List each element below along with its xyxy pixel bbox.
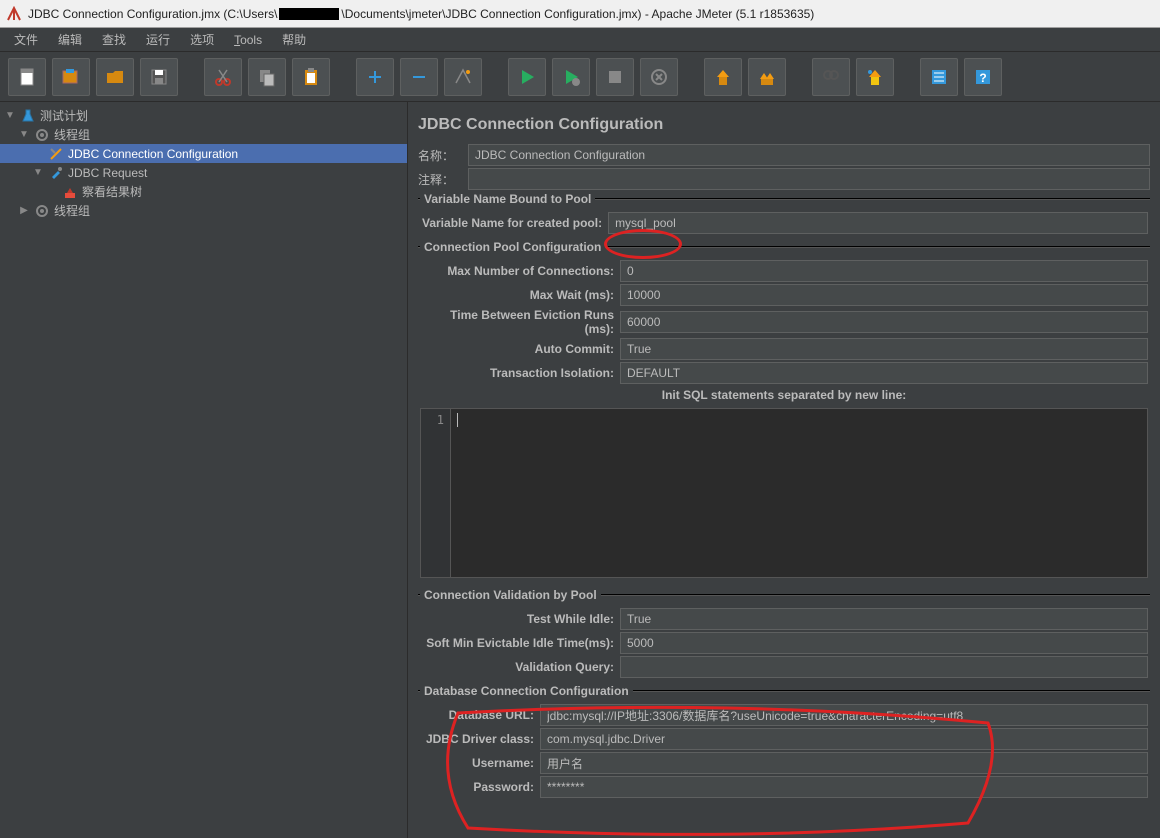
varname-label: Variable Name for created pool: — [420, 216, 608, 230]
name-input[interactable] — [468, 144, 1150, 166]
toggle-button[interactable] — [444, 58, 482, 96]
open-button[interactable] — [96, 58, 134, 96]
tools-icon — [48, 146, 64, 162]
clear-button[interactable] — [704, 58, 742, 96]
gear-icon — [34, 203, 50, 219]
results-icon — [62, 184, 78, 200]
pipette-icon — [48, 165, 64, 181]
reset-search-button[interactable] — [856, 58, 894, 96]
driver-label: JDBC Driver class: — [420, 732, 540, 746]
paste-button[interactable] — [292, 58, 330, 96]
maxwait-label: Max Wait (ms): — [420, 288, 620, 302]
svg-text:?: ? — [979, 71, 986, 85]
start-no-timers-button[interactable] — [552, 58, 590, 96]
menu-file[interactable]: 文件 — [6, 29, 46, 50]
help-button[interactable]: ? — [964, 58, 1002, 96]
softmin-label: Soft Min Evictable Idle Time(ms): — [420, 636, 620, 650]
gear-icon — [34, 127, 50, 143]
start-button[interactable] — [508, 58, 546, 96]
menu-run[interactable]: 运行 — [138, 29, 178, 50]
tree-jdbc-connection[interactable]: JDBC Connection Configuration — [0, 144, 407, 163]
title-prefix: JDBC Connection Configuration.jmx (C:\Us… — [28, 7, 277, 21]
maxconn-input[interactable] — [620, 260, 1148, 282]
softmin-input[interactable] — [620, 632, 1148, 654]
timebetween-input[interactable] — [620, 311, 1148, 333]
comment-label: 注释： — [418, 171, 468, 188]
group2-legend: Connection Pool Configuration — [420, 240, 605, 254]
twisty-icon[interactable]: ▼ — [18, 129, 30, 140]
password-input[interactable] — [540, 776, 1148, 798]
tree-results-label: 察看结果树 — [82, 183, 142, 200]
initsql-label: Init SQL statements separated by new lin… — [420, 388, 1148, 402]
tree-jdbc-req-label: JDBC Request — [68, 166, 147, 180]
twisty-icon[interactable]: ▼ — [32, 167, 44, 178]
testidle-input[interactable] — [620, 608, 1148, 630]
new-file-button[interactable] — [8, 58, 46, 96]
title-suffix: \Documents\jmeter\JDBC Connection Config… — [341, 7, 814, 21]
txiso-input[interactable] — [620, 362, 1148, 384]
menu-edit[interactable]: 编辑 — [50, 29, 90, 50]
expand-button[interactable] — [356, 58, 394, 96]
form-panel: JDBC Connection Configuration 名称： 注释： Va… — [408, 102, 1160, 838]
tree-jdbc-conn-label: JDBC Connection Configuration — [68, 147, 238, 161]
initsql-textarea[interactable]: 1 — [420, 408, 1148, 578]
group1-legend: Variable Name Bound to Pool — [420, 192, 595, 206]
menu-tools[interactable]: Tools — [226, 31, 270, 49]
driver-input[interactable] — [540, 728, 1148, 750]
validation-label: Validation Query: — [420, 660, 620, 674]
menu-help[interactable]: 帮助 — [274, 29, 314, 50]
tree-panel: ▼ 测试计划 ▼ 线程组 JDBC Connection Configurati… — [0, 102, 408, 838]
varname-input[interactable] — [608, 212, 1148, 234]
txiso-label: Transaction Isolation: — [420, 366, 620, 380]
flask-icon — [20, 108, 36, 124]
maxwait-input[interactable] — [620, 284, 1148, 306]
dburl-label: Database URL: — [420, 708, 540, 722]
clear-all-button[interactable] — [748, 58, 786, 96]
name-label: 名称： — [418, 147, 468, 164]
testidle-label: Test While Idle: — [420, 612, 620, 626]
tree-threadgroup-2[interactable]: ▶ 线程组 — [0, 201, 407, 220]
menu-options[interactable]: 选项 — [182, 29, 222, 50]
function-helper-button[interactable] — [920, 58, 958, 96]
tree-root-label: 测试计划 — [40, 107, 88, 124]
menu-search[interactable]: 查找 — [94, 29, 134, 50]
tree-root[interactable]: ▼ 测试计划 — [0, 106, 407, 125]
dburl-input[interactable] — [540, 704, 1148, 726]
group4-legend: Database Connection Configuration — [420, 684, 633, 698]
initsql-gutter: 1 — [421, 409, 451, 577]
titlebar: JDBC Connection Configuration.jmx (C:\Us… — [0, 0, 1160, 28]
tree-threadgroup-1[interactable]: ▼ 线程组 — [0, 125, 407, 144]
copy-button[interactable] — [248, 58, 286, 96]
comment-input[interactable] — [468, 168, 1150, 190]
save-button[interactable] — [140, 58, 178, 96]
title-redacted — [279, 8, 339, 20]
templates-button[interactable] — [52, 58, 90, 96]
username-input[interactable] — [540, 752, 1148, 774]
shutdown-button[interactable] — [640, 58, 678, 96]
menubar: 文件 编辑 查找 运行 选项 Tools 帮助 — [0, 28, 1160, 52]
collapse-button[interactable] — [400, 58, 438, 96]
stop-button[interactable] — [596, 58, 634, 96]
group3-legend: Connection Validation by Pool — [420, 588, 601, 602]
maxconn-label: Max Number of Connections: — [420, 264, 620, 278]
username-label: Username: — [420, 756, 540, 770]
tree-results-tree[interactable]: 察看结果树 — [0, 182, 407, 201]
panel-title: JDBC Connection Configuration — [418, 116, 1150, 134]
twisty-icon[interactable]: ▶ — [18, 205, 30, 216]
tree-tg2-label: 线程组 — [54, 202, 90, 219]
search-button[interactable] — [812, 58, 850, 96]
timebetween-label: Time Between Eviction Runs (ms): — [420, 308, 620, 336]
app-icon — [6, 6, 22, 22]
twisty-icon[interactable]: ▼ — [4, 110, 16, 121]
password-label: Password: — [420, 780, 540, 794]
autocommit-input[interactable] — [620, 338, 1148, 360]
autocommit-label: Auto Commit: — [420, 342, 620, 356]
tree-jdbc-request[interactable]: ▼ JDBC Request — [0, 163, 407, 182]
validation-input[interactable] — [620, 656, 1148, 678]
toolbar: ? — [0, 52, 1160, 102]
cut-button[interactable] — [204, 58, 242, 96]
tree-tg1-label: 线程组 — [54, 126, 90, 143]
